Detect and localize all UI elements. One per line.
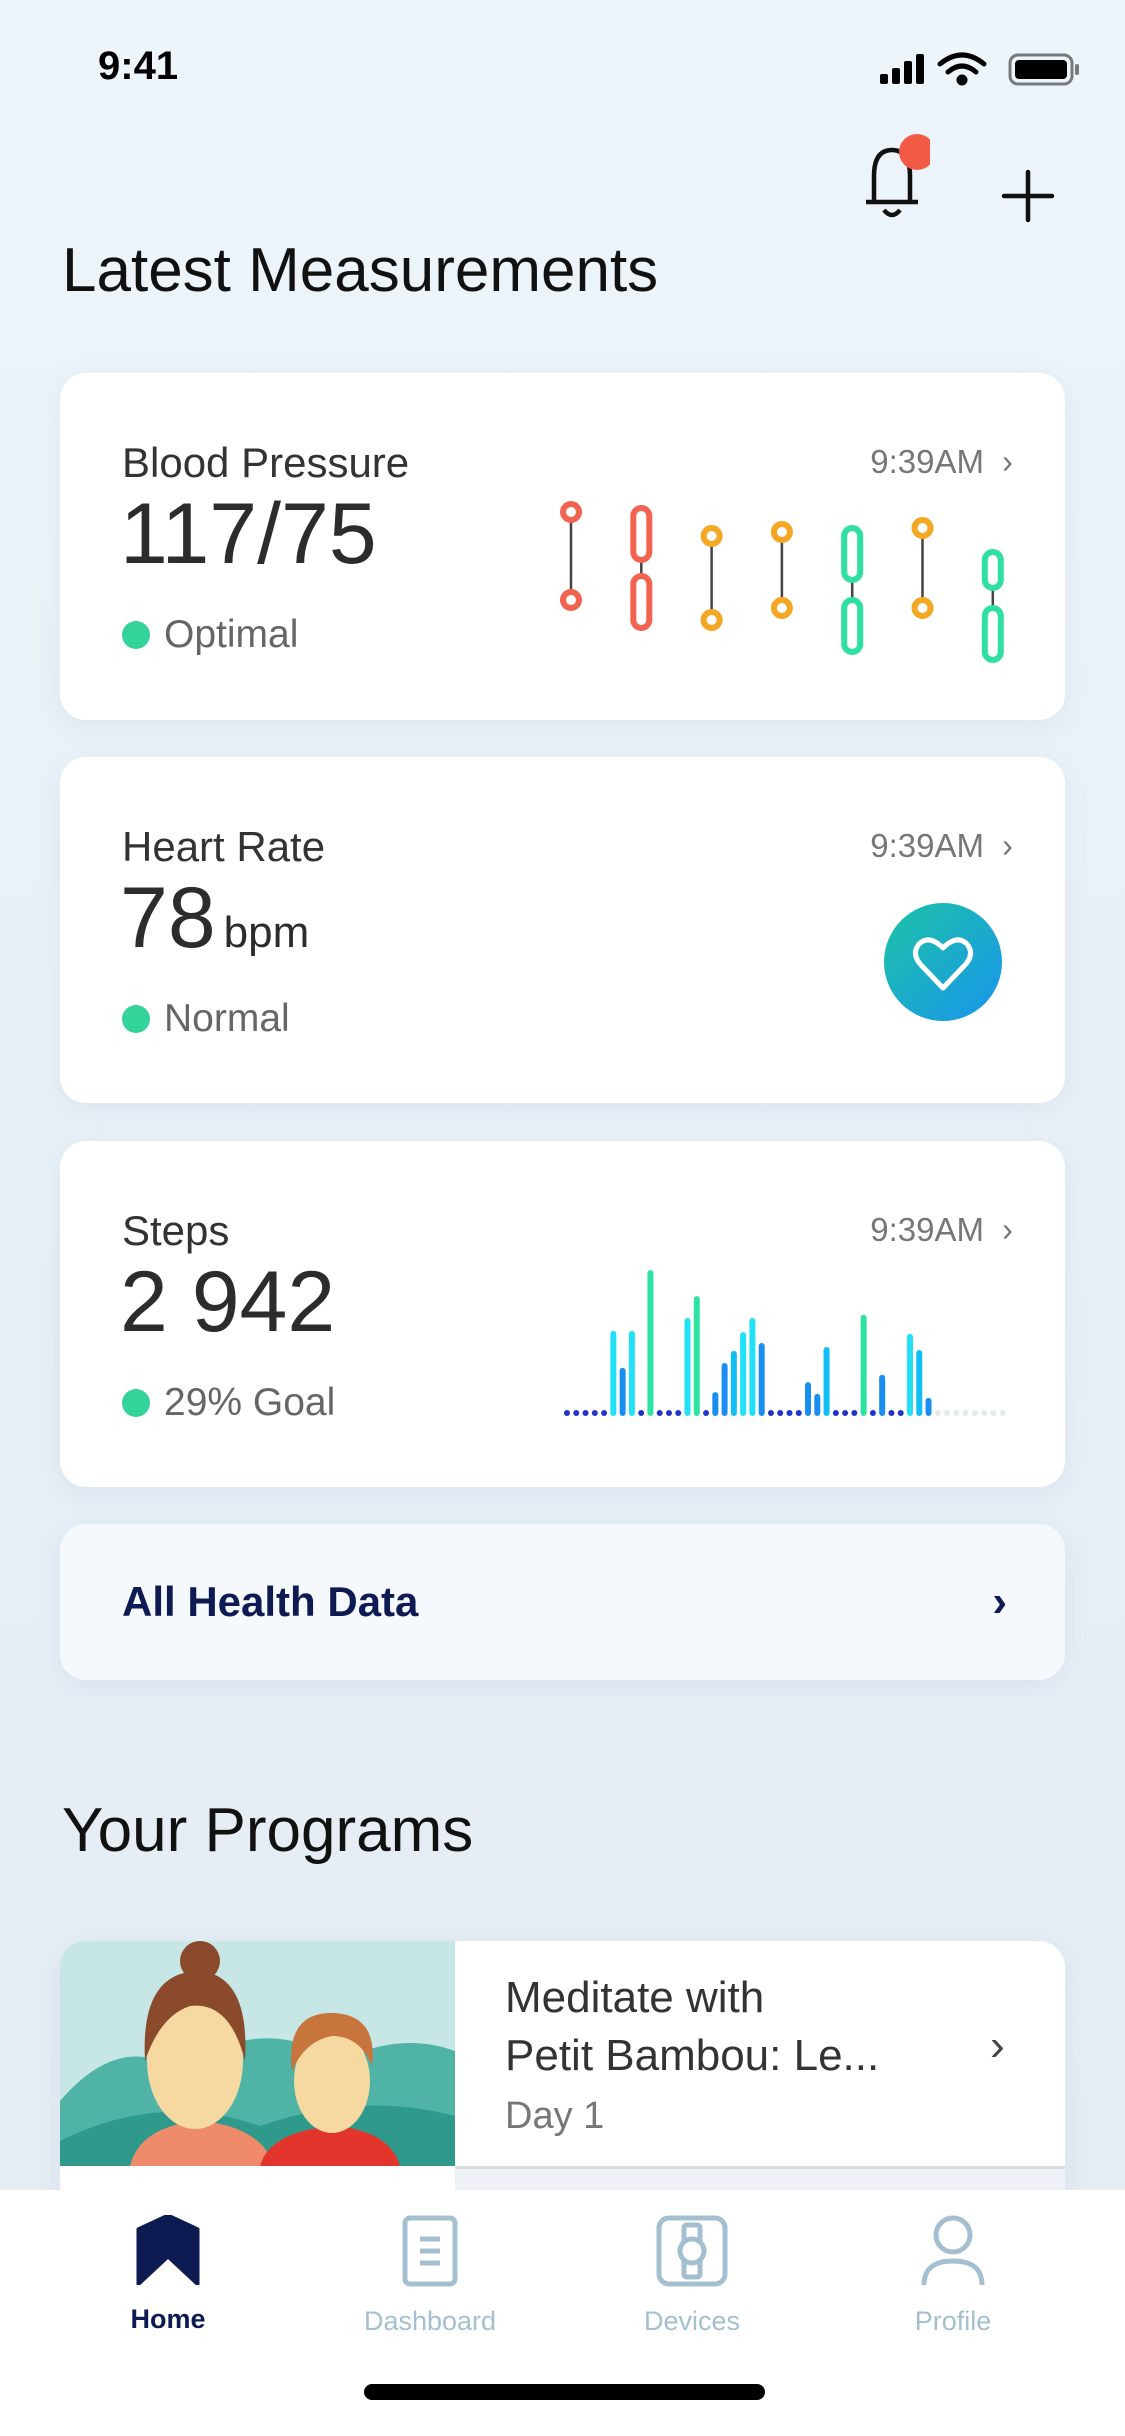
- chevron-right-icon: ›: [1002, 443, 1013, 480]
- status-dot: [122, 1389, 150, 1417]
- tab-label: Profile: [914, 2306, 992, 2336]
- status-dot: [122, 1005, 150, 1033]
- tab-profile[interactable]: Profile: [853, 2215, 1053, 2337]
- status-time: 9:41: [98, 44, 179, 88]
- program-illustration: [60, 1941, 455, 2166]
- card-value: 2 942: [120, 1254, 336, 1350]
- blood-pressure-card[interactable]: Blood Pressure 117/75 Optimal 9:39AM ›: [60, 373, 1065, 720]
- chevron-right-icon: ›: [990, 2021, 1005, 2070]
- heart-rate-card[interactable]: Heart Rate 78 bpm Normal 9:39AM ›: [60, 757, 1065, 1103]
- profile-icon: [921, 2215, 985, 2286]
- tab-home[interactable]: Home: [68, 2213, 268, 2335]
- status-dot: [122, 621, 150, 649]
- card-title: Heart Rate: [122, 823, 326, 870]
- status-icons: [880, 52, 1079, 86]
- card-title: Steps: [122, 1207, 230, 1254]
- card-time: 9:39AM ›: [870, 443, 1013, 481]
- status-text: Normal: [164, 997, 290, 1040]
- program-title: Meditate with Petit Bambou: Le... Day 1: [505, 1969, 879, 2145]
- card-status: 29% Goal: [122, 1381, 335, 1425]
- steps-card[interactable]: Steps 2 942 29% Goal 9:39AM ›: [60, 1141, 1065, 1487]
- card-value: 117/75: [120, 486, 377, 582]
- tab-devices[interactable]: Devices: [592, 2215, 792, 2337]
- watch-icon: [656, 2215, 728, 2287]
- all-health-data-button[interactable]: All Health Data ›: [60, 1524, 1065, 1680]
- card-status: Optimal: [122, 613, 298, 657]
- tab-label: Dashboard: [363, 2306, 497, 2336]
- tab-label: Devices: [643, 2306, 741, 2336]
- wifi-icon: [937, 52, 987, 86]
- unit-text: bpm: [223, 908, 310, 957]
- card-time: 9:39AM ›: [870, 1211, 1013, 1249]
- program-title-line1: Meditate with: [505, 1973, 765, 2022]
- all-health-data-label: All Health Data: [122, 1578, 419, 1625]
- card-status: Normal: [122, 997, 290, 1041]
- tab-dashboard[interactable]: Dashboard: [330, 2215, 530, 2337]
- plus-icon[interactable]: [1000, 168, 1056, 224]
- bell-icon[interactable]: [860, 130, 930, 220]
- status-text: 29% Goal: [164, 1381, 336, 1424]
- chevron-right-icon: ›: [992, 1577, 1007, 1626]
- time-text: 9:39AM: [870, 443, 984, 480]
- chevron-right-icon: ›: [1002, 1211, 1013, 1248]
- card-title: Blood Pressure: [122, 439, 410, 486]
- card-value: 78 bpm: [120, 869, 309, 968]
- value-text: 78: [120, 870, 216, 966]
- time-text: 9:39AM: [870, 827, 984, 864]
- chevron-right-icon: ›: [1002, 827, 1013, 864]
- battery-icon: [1008, 53, 1079, 86]
- status-text: Optimal: [164, 613, 299, 656]
- time-text: 9:39AM: [870, 1211, 984, 1248]
- page-title: Latest Measurements: [62, 236, 659, 305]
- signal-icon: [880, 54, 924, 84]
- notification-badge: [899, 134, 930, 170]
- home-icon: [136, 2213, 200, 2287]
- tab-label: Home: [130, 2304, 206, 2334]
- heart-icon: [884, 903, 1002, 1021]
- program-subtitle: Day 1: [505, 2095, 605, 2137]
- programs-title: Your Programs: [62, 1796, 474, 1865]
- dashboard-icon: [402, 2215, 458, 2287]
- home-indicator: [364, 2384, 765, 2400]
- card-time: 9:39AM ›: [870, 827, 1013, 865]
- program-title-line2: Petit Bambou: Le...: [505, 2031, 880, 2080]
